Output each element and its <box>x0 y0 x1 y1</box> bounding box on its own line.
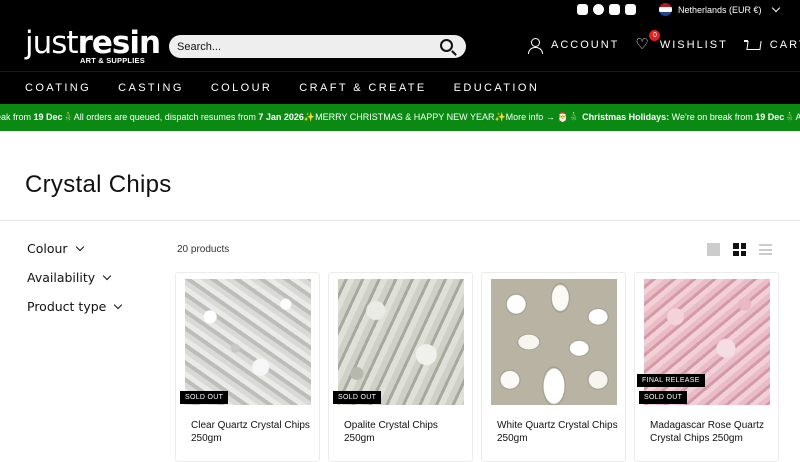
announcement-segment: 🎄All orders are queued, dispatch resumes… <box>62 112 259 122</box>
youtube-icon[interactable] <box>609 4 620 15</box>
cart-label: CART <box>769 39 800 51</box>
announcement-segment: ✨MERRY CHRISTMAS & HAPPY NEW YEAR✨More i… <box>303 112 583 122</box>
view-toggles <box>707 243 772 256</box>
filter-sidebar: Colour Availability Product type <box>27 240 123 327</box>
nav-item-education[interactable]: EDUCATION <box>454 82 540 94</box>
nav-item-craft-create[interactable]: CRAFT & CREATE <box>299 82 426 94</box>
product-image[interactable] <box>338 279 464 405</box>
announcement-date: 7 Jan 2026 <box>258 112 304 122</box>
chevron-down-icon <box>114 300 123 309</box>
product-card[interactable]: FINAL RELEASE SOLD OUT Madagascar Rose Q… <box>634 272 779 462</box>
grid-view-icon[interactable] <box>733 243 746 256</box>
product-card[interactable]: White Quartz Crystal Chips 250gm <box>481 272 626 462</box>
nav-item-coating[interactable]: COATING <box>25 82 91 94</box>
site-header: justresin ART & SUPPLIES ACCOUNT ♡ 0 WIS… <box>0 20 800 72</box>
filter-colour[interactable]: Colour <box>27 240 121 256</box>
cart-icon <box>743 39 761 51</box>
sold-out-badge: SOLD OUT <box>639 391 688 404</box>
product-count: 20 products <box>177 244 230 255</box>
single-view-icon[interactable] <box>707 243 720 256</box>
social-links <box>577 4 636 15</box>
product-title[interactable]: Opalite Crystal Chips 250gm <box>344 419 466 445</box>
filter-label: Product type <box>27 298 107 314</box>
filter-availability[interactable]: Availability <box>27 269 121 285</box>
chevron-down-icon <box>75 242 84 251</box>
logo-tagline: ART & SUPPLIES <box>80 56 145 65</box>
page-title: Crystal Chips <box>25 171 172 198</box>
announcement-heading: Christmas Holidays: <box>582 112 670 122</box>
announcement-segment: We're on break from <box>669 112 756 122</box>
site-logo[interactable]: justresin ART & SUPPLIES <box>25 25 161 66</box>
region-selector[interactable]: Netherlands (EUR €) <box>659 3 780 16</box>
instagram-icon[interactable] <box>577 4 588 15</box>
search-bar <box>169 35 466 58</box>
chevron-down-icon <box>771 3 780 13</box>
top-utility-bar: Netherlands (EUR €) <box>0 0 800 20</box>
filter-label: Availability <box>27 269 96 285</box>
chevron-down-icon <box>102 271 112 280</box>
announcement-bar: eak from 19 Dec🎄All orders are queued, d… <box>0 104 800 131</box>
product-title[interactable]: White Quartz Crystal Chips 250gm <box>497 419 619 445</box>
user-icon <box>528 38 543 54</box>
divider <box>0 220 800 221</box>
wishlist-link[interactable]: ♡ 0 WISHLIST <box>635 30 728 53</box>
nav-item-casting[interactable]: CASTING <box>118 82 184 94</box>
header-links: ACCOUNT ♡ 0 WISHLIST CART <box>528 30 800 54</box>
product-title[interactable]: Clear Quartz Crystal Chips 250gm <box>191 419 313 445</box>
announcement-date: 19 Dec <box>755 112 785 122</box>
cart-link[interactable]: CART <box>743 39 800 51</box>
product-title[interactable]: Madagascar Rose Quartz Crystal Chips 250… <box>650 419 772 445</box>
sold-out-badge: SOLD OUT <box>333 391 382 404</box>
search-icon[interactable] <box>440 39 453 52</box>
announcement-date: 19 Dec <box>33 112 63 122</box>
product-image[interactable] <box>491 279 617 405</box>
account-link[interactable]: ACCOUNT <box>528 38 620 54</box>
sold-out-badge: SOLD OUT <box>180 391 229 404</box>
product-grid: SOLD OUT Clear Quartz Crystal Chips 250g… <box>175 272 779 462</box>
product-image[interactable] <box>185 279 311 405</box>
product-card[interactable]: SOLD OUT Clear Quartz Crystal Chips 250g… <box>175 272 320 462</box>
logo-text-light: just <box>25 25 79 61</box>
list-view-icon[interactable] <box>759 243 772 256</box>
heart-icon: ♡ <box>635 36 651 53</box>
filter-label: Colour <box>27 240 68 256</box>
announcement-text[interactable]: eak from 19 Dec🎄All orders are queued, d… <box>0 112 800 123</box>
wishlist-count-badge: 0 <box>649 30 661 41</box>
filter-product-type[interactable]: Product type <box>27 298 123 314</box>
final-release-badge: FINAL RELEASE <box>637 374 705 387</box>
facebook-icon[interactable] <box>593 4 604 15</box>
announcement-segment: eak from <box>0 112 32 122</box>
wishlist-label: WISHLIST <box>659 39 728 51</box>
account-label: ACCOUNT <box>551 39 620 51</box>
netherlands-flag-icon <box>659 3 672 16</box>
region-label: Netherlands (EUR €) <box>678 4 762 15</box>
search-input[interactable] <box>177 35 427 58</box>
main-navigation: COATING CASTING COLOUR CRAFT & CREATE ED… <box>0 72 800 104</box>
product-card[interactable]: SOLD OUT Opalite Crystal Chips 250gm <box>328 272 473 462</box>
nav-item-colour[interactable]: COLOUR <box>211 82 272 94</box>
announcement-segment: 🎄All orders are queued, dispatch resumes… <box>784 112 800 122</box>
tiktok-icon[interactable] <box>625 4 636 15</box>
